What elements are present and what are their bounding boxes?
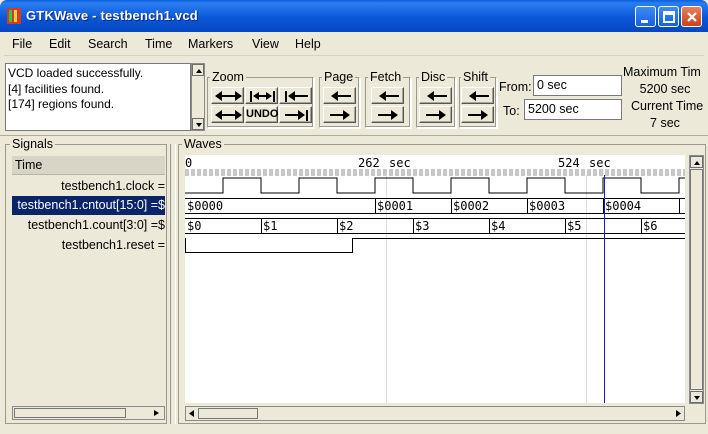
scroll-right-icon[interactable] [150,407,164,419]
undo-zoom-button[interactable]: UNDO [245,106,278,123]
count-value: $5 [567,219,582,233]
cntout-value: $0001 [377,199,414,213]
signal-list: Time testbench1.clock = testbench1.cntou… [12,156,165,402]
to-label: To: [503,104,520,118]
zoom-label: Zoom [210,70,246,84]
current-time-label: Current Time [631,99,704,113]
max-time-value: 5200 sec [639,82,691,96]
waves-hscroll-thumb[interactable] [198,408,258,419]
shift-group: Shift [459,70,497,128]
menu-search[interactable]: Search [88,37,128,51]
page-label: Page [322,70,356,84]
count-value: $6 [643,219,658,233]
waveform-svg [185,175,685,403]
page-group: Page [319,70,360,128]
waves-vscroll-thumb[interactable] [690,169,703,390]
count-bus [185,218,685,234]
wave-canvas[interactable]: 0 262 sec 524 sec $0000 $0001 $0002 $000… [185,155,685,403]
time-info-panel: Maximum Tim 5200 sec Current Time 7 sec [622,64,708,136]
title-bar: GTKWave - testbench1.vcd [0,0,708,32]
disc-left-button[interactable] [419,87,452,104]
count-value: $1 [263,219,278,233]
waves-vscrollbar[interactable] [689,155,704,404]
maximize-button[interactable] [658,6,679,27]
window-title: GTKWave - testbench1.vcd [26,8,198,23]
cntout-value: $0002 [453,199,490,213]
minimize-button[interactable] [635,6,656,27]
count-value: $3 [415,219,430,233]
log-line: [174] regions found. [8,97,115,111]
toolbar-divider [0,135,708,136]
page-left-button[interactable] [323,87,356,104]
zoom-out-button[interactable] [211,106,244,123]
to-time-input[interactable]: 5200 sec [524,99,622,120]
zoom-end-button[interactable] [279,106,312,123]
menu-markers[interactable]: Markers [188,37,233,51]
scroll-up-icon[interactable] [690,156,703,168]
fetch-left-button[interactable] [371,87,404,104]
zoom-fit-button[interactable] [211,87,244,104]
reset-waveform [185,238,685,253]
cntout-value: $0000 [187,199,224,213]
log-line: [4] facilities found. [8,81,105,96]
signals-scroll-thumb[interactable] [14,408,126,418]
disc-group: Disc [416,70,456,128]
scroll-down-icon[interactable] [690,391,703,403]
menu-time[interactable]: Time [145,37,172,51]
signal-row-reset[interactable]: testbench1.reset = [12,236,165,255]
fetch-right-button[interactable] [371,106,404,123]
signals-hscrollbar[interactable] [12,406,165,420]
log-scrollbar[interactable] [191,63,205,131]
waves-pane-title: Waves [182,137,224,151]
disc-right-button[interactable] [419,106,452,123]
scroll-right-icon[interactable] [672,407,684,420]
cntout-value: $0003 [529,199,566,213]
count-value: $4 [491,219,506,233]
disc-label: Disc [419,70,448,84]
signal-row-count[interactable]: testbench1.count[3:0] =$ [12,216,165,235]
menu-file[interactable]: File [12,37,32,51]
signal-row-clock[interactable]: testbench1.clock = [12,177,165,196]
count-value: $2 [339,219,354,233]
scroll-left-icon[interactable] [186,407,198,420]
scroll-down-icon[interactable] [192,118,204,130]
close-button[interactable] [681,6,702,27]
log-line: VCD loaded successfully. [8,66,144,80]
page-right-button[interactable] [323,106,356,123]
fetch-label: Fetch [368,70,404,84]
menu-help[interactable]: Help [295,37,321,51]
zoom-in-button[interactable] [245,87,278,104]
from-time-input[interactable]: 0 sec [533,75,622,96]
shift-right-button[interactable] [461,106,494,123]
menu-view[interactable]: View [252,37,279,51]
fetch-group: Fetch [365,70,411,128]
cntout-value: $0004 [605,199,642,213]
menu-bar: File Edit Search Time Markers View Help [4,32,704,56]
from-label: From: [499,80,532,94]
time-column-header[interactable]: Time [12,156,165,175]
current-time-value: 7 sec [650,116,680,130]
max-time-label: Maximum Tim [623,65,701,79]
status-log: VCD loaded successfully. [4] facilities … [5,63,191,131]
clock-waveform [185,177,685,194]
signal-row-cntout[interactable]: testbench1.cntout[15:0] =$ [12,196,165,215]
scroll-up-icon[interactable] [192,64,204,76]
shift-left-button[interactable] [461,87,494,104]
count-value: $0 [187,219,202,233]
shift-label: Shift [461,70,491,84]
waves-hscrollbar[interactable] [185,406,685,421]
pane-splitter[interactable] [170,144,176,424]
menu-edit[interactable]: Edit [49,37,71,51]
zoom-start-button[interactable] [279,87,312,104]
zoom-group: Zoom UNDO [207,70,314,128]
gtkwave-app-icon[interactable] [7,8,21,24]
signals-pane-title: Signals [10,137,55,151]
